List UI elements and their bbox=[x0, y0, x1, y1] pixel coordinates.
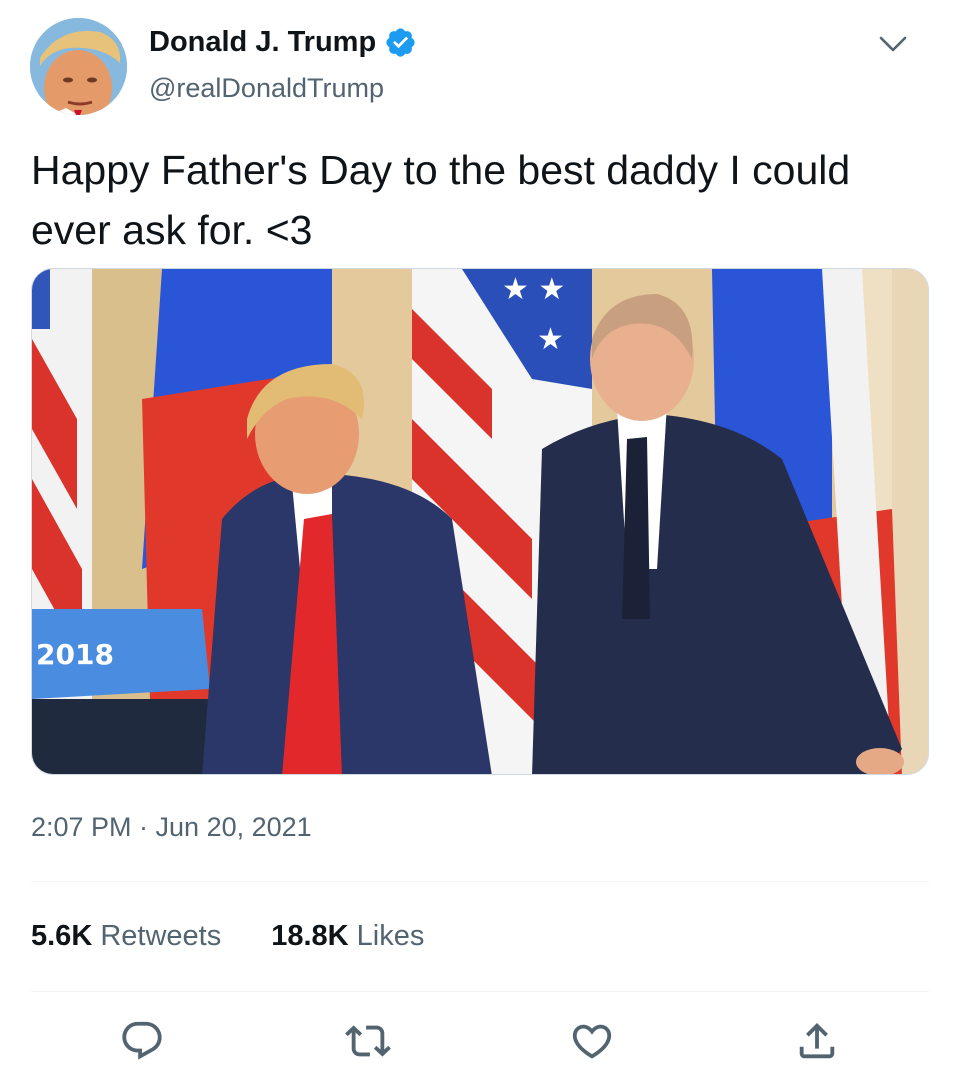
likes-count: 18.8K bbox=[271, 920, 349, 952]
heart-icon[interactable] bbox=[569, 1018, 615, 1064]
author-name[interactable]: Donald J. Trump bbox=[149, 26, 376, 59]
svg-text:★: ★ bbox=[537, 322, 564, 357]
tweet-image[interactable]: ★ ★ ★ 2018 bbox=[31, 268, 929, 775]
divider bbox=[31, 881, 929, 882]
verified-badge-icon bbox=[386, 28, 415, 57]
retweets-count: 5.6K bbox=[31, 920, 93, 952]
svg-text:★ ★: ★ ★ bbox=[502, 272, 565, 307]
author-name-row[interactable]: Donald J. Trump bbox=[149, 26, 417, 59]
podium-label: 2018 bbox=[36, 638, 114, 671]
chevron-down-icon[interactable] bbox=[876, 30, 910, 58]
divider bbox=[31, 991, 929, 992]
tweet-text: Happy Father's Day to the best daddy I c… bbox=[31, 147, 851, 253]
likes-label: Likes bbox=[356, 920, 425, 952]
tweet-timestamp[interactable]: 2:07 PM · Jun 20, 2021 bbox=[31, 812, 312, 843]
likes-stat[interactable]: 18.8K Likes bbox=[271, 920, 424, 953]
action-bar bbox=[0, 1018, 960, 1068]
reply-icon[interactable] bbox=[119, 1018, 165, 1064]
retweets-stat[interactable]: 5.6K Retweets bbox=[31, 920, 221, 953]
retweets-label: Retweets bbox=[100, 920, 222, 952]
avatar[interactable] bbox=[30, 18, 127, 115]
tweet-stats: 5.6K Retweets 18.8K Likes bbox=[31, 920, 424, 953]
retweet-icon[interactable] bbox=[345, 1018, 391, 1064]
tweet-photo: ★ ★ ★ 2018 bbox=[32, 269, 928, 774]
author-handle[interactable]: @realDonaldTrump bbox=[149, 73, 384, 104]
share-icon[interactable] bbox=[794, 1018, 840, 1064]
avatar-image bbox=[30, 18, 127, 115]
